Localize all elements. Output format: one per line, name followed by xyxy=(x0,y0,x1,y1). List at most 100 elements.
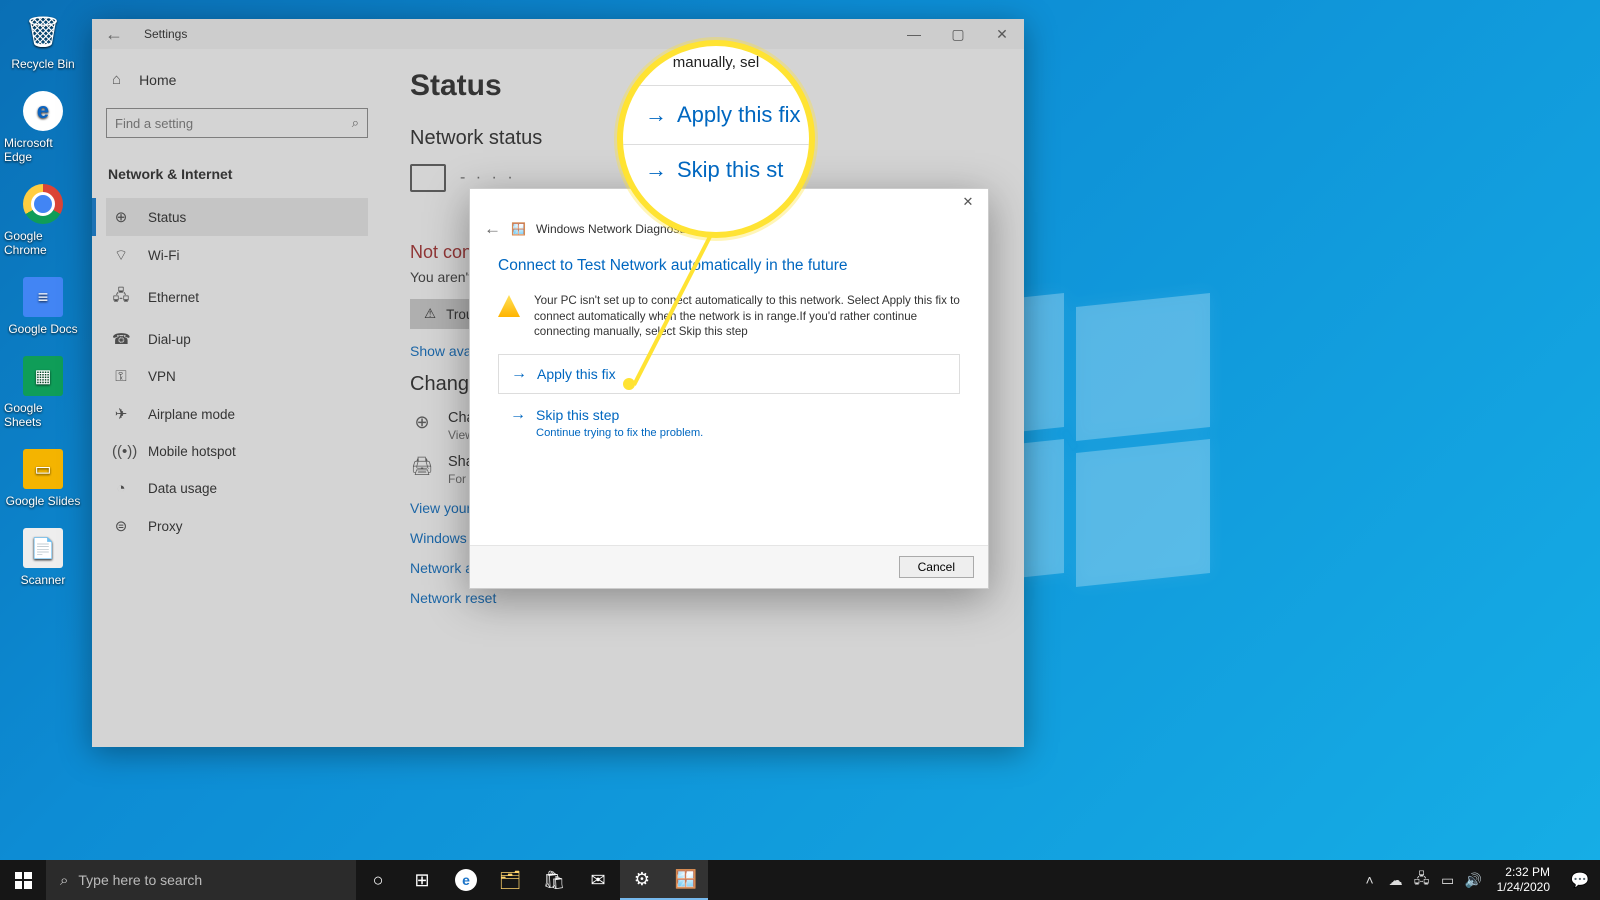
settings-sidebar: ⌂ Home ⌕ Network & Internet ⊕Status⌔Wi-F… xyxy=(92,49,382,747)
maximize-button[interactable]: ▢ xyxy=(936,26,980,43)
desktop-icon-label: Google Chrome xyxy=(4,229,82,257)
task-settings[interactable]: ⚙ xyxy=(620,860,664,900)
tray-onedrive-icon[interactable]: ☁ xyxy=(1383,872,1409,889)
dialog-close-button[interactable]: ✕ xyxy=(954,194,982,210)
sidebar-icon: ⌔ xyxy=(112,246,130,265)
task-store[interactable]: 🛍 xyxy=(532,860,576,900)
recycle-icon xyxy=(21,10,65,54)
task-edge[interactable]: e xyxy=(444,860,488,900)
scanner-icon xyxy=(21,526,65,570)
dialog-footer: Cancel xyxy=(470,545,988,588)
chrome-icon xyxy=(21,182,65,226)
sidebar-item-ethernet[interactable]: 🖧 Ethernet xyxy=(106,275,368,320)
action-center-button[interactable]: 💬 xyxy=(1560,871,1600,889)
sidebar-icon: ((•)) xyxy=(112,443,130,460)
search-icon: ⌕ xyxy=(60,872,68,889)
tray-network-icon[interactable]: 🖧 xyxy=(1409,868,1435,892)
taskbar-clock[interactable]: 2:32 PM 1/24/2020 xyxy=(1487,865,1560,895)
sidebar-icon: 🖧 xyxy=(112,285,130,310)
sidebar-item-label: Wi-Fi xyxy=(148,248,179,263)
dialog-body-text: Your PC isn't set up to connect automati… xyxy=(534,293,960,340)
apply-this-fix-option[interactable]: → Apply this fix xyxy=(498,354,960,394)
sidebar-item-label: Status xyxy=(148,210,186,225)
taskbar-search[interactable]: ⌕ Type here to search xyxy=(46,860,356,900)
settings-search[interactable]: ⌕ xyxy=(106,108,368,138)
desktop-icon-label: Google Slides xyxy=(6,494,81,508)
desktop-icon-edge[interactable]: eMicrosoft Edge xyxy=(0,85,86,168)
window-title: Settings xyxy=(136,27,892,41)
arrow-right-icon: → xyxy=(511,365,527,383)
cancel-button[interactable]: Cancel xyxy=(899,556,974,578)
sidebar-home[interactable]: ⌂ Home xyxy=(106,63,368,102)
sidebar-icon: ⊜ xyxy=(112,517,130,535)
desktop-icon-label: Scanner xyxy=(21,573,66,587)
minimize-button[interactable]: — xyxy=(892,26,936,42)
gdocs-icon xyxy=(21,275,65,319)
sidebar-item-wi-fi[interactable]: ⌔ Wi-Fi xyxy=(106,236,368,275)
tray-ime-icon[interactable]: ▭ xyxy=(1435,872,1461,889)
sidebar-item-dial-up[interactable]: ☎ Dial-up xyxy=(106,320,368,358)
dialog-back-button[interactable]: ← xyxy=(484,219,501,239)
dialog-body: Connect to Test Network automatically in… xyxy=(470,253,988,545)
desktop-icon-gslides[interactable]: Google Slides xyxy=(0,443,86,512)
sidebar-item-airplane-mode[interactable]: ✈Airplane mode xyxy=(106,395,368,433)
sidebar-item-label: VPN xyxy=(148,369,176,384)
search-input[interactable] xyxy=(115,116,352,131)
close-button[interactable]: ✕ xyxy=(980,26,1024,43)
desktop-icon-gdocs[interactable]: Google Docs xyxy=(0,271,86,340)
sidebar-item-data-usage[interactable]: ◔ Data usage xyxy=(106,470,368,507)
option-icon: ⊕ xyxy=(410,412,434,433)
nav-link[interactable]: Network reset xyxy=(410,590,996,606)
sidebar-item-label: Ethernet xyxy=(148,290,199,305)
taskbar-pinned: ○ ⊞ e 🗂 🛍 ✉ ⚙ 🪟 xyxy=(356,860,708,900)
sidebar-icon: ☎ xyxy=(112,330,130,348)
arrow-right-icon: → xyxy=(645,157,667,183)
arrow-right-icon: → xyxy=(645,102,667,128)
magnifier-top-text: manually, sel xyxy=(673,54,759,71)
tray-volume-icon[interactable]: 🔊 xyxy=(1461,872,1487,889)
skip-this-step-option[interactable]: →Skip this step Continue trying to fix t… xyxy=(498,406,960,449)
task-file-explorer[interactable]: 🗂 xyxy=(488,860,532,900)
dialog-app-icon: 🪟 xyxy=(511,222,526,236)
warning-triangle-icon xyxy=(498,295,520,317)
desktop-icon-chrome[interactable]: Google Chrome xyxy=(0,178,86,261)
desktop-icon-label: Google Sheets xyxy=(4,401,82,429)
taskbar-search-placeholder: Type here to search xyxy=(78,872,202,888)
sidebar-item-proxy[interactable]: ⊜ Proxy xyxy=(106,507,368,545)
sidebar-item-status[interactable]: ⊕Status xyxy=(106,198,368,236)
sidebar-item-label: Data usage xyxy=(148,481,217,496)
start-button[interactable] xyxy=(0,860,46,900)
apply-fix-label: Apply this fix xyxy=(537,366,616,382)
desktop-icon-scanner[interactable]: Scanner xyxy=(0,522,86,591)
dialog-heading: Connect to Test Network automatically in… xyxy=(498,257,960,275)
clock-time: 2:32 PM xyxy=(1497,865,1550,880)
warning-icon: ⚠ xyxy=(424,306,436,322)
sidebar-item-label: Dial-up xyxy=(148,332,191,347)
task-taskview[interactable]: ⊞ xyxy=(400,860,444,900)
magnifier-apply-row: → Apply this fix xyxy=(623,85,809,145)
task-mail[interactable]: ✉ xyxy=(576,860,620,900)
sidebar-icon: ◔ xyxy=(112,480,130,497)
sidebar-icon: ✈ xyxy=(112,405,130,423)
gsheets-icon xyxy=(21,354,65,398)
network-diagnostics-dialog: ✕ ← 🪟 Windows Network Diagnostics Connec… xyxy=(469,188,989,589)
desktop-icon-label: Recycle Bin xyxy=(11,57,74,71)
desktop-icon-recycle[interactable]: Recycle Bin xyxy=(0,6,86,75)
magnifier-apply-label: Apply this fix xyxy=(677,102,801,128)
desktop-icons-column: Recycle Bin eMicrosoft Edge Google Chrome G… xyxy=(0,6,86,591)
magnifier-skip-row: →Skip this st xyxy=(623,145,809,183)
sidebar-item-vpn[interactable]: ⚿VPN xyxy=(106,358,368,395)
settings-titlebar: ← Settings — ▢ ✕ xyxy=(92,19,1024,49)
tray-chevron-up-icon[interactable]: ˄ xyxy=(1357,872,1383,888)
sidebar-item-mobile-hotspot[interactable]: ((•)) Mobile hotspot xyxy=(106,433,368,470)
task-diagnostics[interactable]: 🪟 xyxy=(664,860,708,900)
home-label: Home xyxy=(139,72,176,88)
sidebar-item-label: Proxy xyxy=(148,519,183,534)
titlebar-back-button[interactable]: ← xyxy=(92,24,136,45)
dialog-info: Your PC isn't set up to connect automati… xyxy=(498,293,960,340)
skip-step-label: Skip this step xyxy=(536,407,619,423)
sidebar-item-label: Mobile hotspot xyxy=(148,444,236,459)
desktop-icon-gsheets[interactable]: Google Sheets xyxy=(0,350,86,433)
task-cortana[interactable]: ○ xyxy=(356,860,400,900)
taskbar: ⌕ Type here to search ○ ⊞ e 🗂 🛍 ✉ ⚙ 🪟 ˄ … xyxy=(0,860,1600,900)
